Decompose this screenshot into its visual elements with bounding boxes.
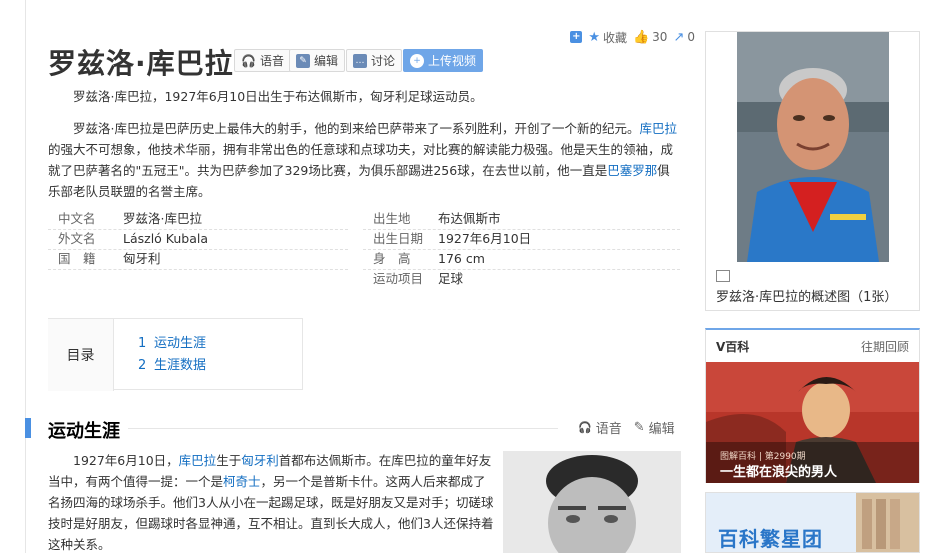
divider [48,229,348,230]
divider [48,269,348,270]
pencil-icon: ✎ [296,53,310,68]
thumbs-up-icon: 👍 [632,29,650,45]
section-voice-label: 语音 [595,422,622,437]
toc-item-career[interactable]: 1 运动生涯 [138,332,206,351]
upload-video-button[interactable]: + 上传视频 [403,49,484,72]
image-icon [716,270,730,282]
info-value: László Kubala [123,231,209,246]
section-edit-button[interactable]: ✎ 编辑 [634,418,675,437]
link-kocsis[interactable]: 柯奇士 [223,474,261,489]
share-count: 0 [687,30,695,44]
voice-button[interactable]: 🎧 语音 [234,49,291,72]
info-row-foreign-name: 外文名 László Kubala [48,229,343,249]
section-text: 1927年6月10日， [73,453,179,468]
section-divider [128,428,558,429]
info-row-chinese-name: 中文名 罗兹洛·库巴拉 [48,209,343,229]
info-row-height: 身 高 176 cm [363,249,658,269]
section-accent-bar [25,418,31,438]
intro-paragraph: 罗兹洛·库巴拉是巴萨历史上最伟大的射手，他的到来给巴萨带来了一系列胜利，开创了一… [48,118,680,202]
toc-num: 1 [138,336,147,351]
edit-label: 编辑 [314,54,339,68]
toc-title: 目录 [48,319,114,391]
info-key: 出生日期 [373,231,424,246]
divider [363,229,680,230]
page-title: 罗兹洛·库巴拉 [48,47,234,80]
info-value: 176 cm [438,251,485,266]
info-key: 中文名 [58,211,96,226]
info-value: 布达佩斯市 [438,211,501,226]
toc-item-stats[interactable]: 2 生涯数据 [138,354,206,373]
v-baike-title: V百科 [716,340,750,354]
link-kubala-2[interactable]: 库巴拉 [179,453,217,468]
share-button[interactable]: ↗ 0 [673,30,695,45]
info-value: 罗兹洛·库巴拉 [123,211,202,226]
star-icon: ★ [588,29,600,45]
section-edit-label: 编辑 [648,422,675,437]
share-icon: ↗ [673,29,685,45]
intro-text-1: 罗兹洛·库巴拉是巴萨历史上最伟大的射手，他的到来给巴萨带来了一系列胜利，开创了一… [73,121,640,136]
star-group-text: 百科繁星团 [718,527,823,551]
info-key: 国 籍 [58,251,96,266]
section-photo[interactable] [503,451,681,553]
edit-button[interactable]: ✎ 编辑 [289,49,346,72]
album-photo[interactable] [737,32,889,262]
divider [48,249,348,250]
info-row-nationality: 国 籍 匈牙利 [48,249,343,269]
info-row-birthplace: 出生地 布达佩斯市 [363,209,658,229]
v-baike-panel: V百科 往期回顾 图解百科 | 第2990期 一生都在浪尖的男人 [705,328,920,483]
section-voice-button[interactable]: 🎧 语音 [578,418,622,437]
summary: 罗兹洛·库巴拉，1927年6月10日出生于布达佩斯市，匈牙利足球运动员。 [73,89,483,104]
section-paragraph: 1927年6月10日，库巴拉生于匈牙利首都布达佩斯市。在库巴拉的童年好友当中，有… [48,450,498,553]
section-text: 生于 [216,453,242,468]
chat-icon: … [353,53,367,68]
plus-circle-icon: + [410,53,424,68]
toc-label: 生涯数据 [154,358,207,373]
info-value: 足球 [438,271,464,286]
album-caption[interactable]: 罗兹洛·库巴拉的概述图（1张） [716,268,912,308]
table-of-contents: 目录 1 运动生涯 2 生涯数据 [48,318,303,391]
v-baike-feature[interactable]: 图解百科 | 第2990期 一生都在浪尖的男人 [706,362,919,483]
toc-label: 运动生涯 [154,336,207,351]
collect-button[interactable]: ★ 收藏 [588,29,627,46]
section-title: 运动生涯 [48,421,120,442]
discuss-button[interactable]: … 讨论 [346,49,403,72]
toc-num: 2 [138,358,147,373]
voice-label: 语音 [259,54,284,68]
link-hungary[interactable]: 匈牙利 [241,453,279,468]
summary-album[interactable]: 罗兹洛·库巴拉的概述图（1张） [705,31,920,311]
info-key: 身 高 [373,251,411,266]
top-toolbar: + ★ 收藏 👍 30 ↗ 0 [545,28,695,46]
link-barcelona[interactable]: 巴塞罗那 [607,163,657,178]
link-kubala[interactable]: 库巴拉 [639,121,677,136]
headphone-icon: 🎧 [578,421,592,434]
divider [363,269,680,270]
plus-icon: + [570,31,583,43]
portrait-illustration [503,451,681,553]
pencil-icon: ✎ [633,420,645,435]
feature-caption: 一生都在浪尖的男人 [720,465,838,480]
section-tools: 🎧 语音 ✎ 编辑 [578,418,675,437]
headphone-icon: 🎧 [241,53,256,68]
portrait-illustration [737,32,889,262]
nationality-link[interactable]: 匈牙利 [123,249,343,269]
divider [363,249,680,250]
intro-text-2: 的强大不可想象，他技术华丽，拥有非常出色的任意球和点球功夫，对比赛的解读能力极强… [48,142,674,178]
left-divider [25,0,26,553]
info-key: 外文名 [58,231,96,246]
past-issues-link[interactable]: 往期回顾 [861,338,909,355]
info-value: 1927年6月10日 [438,231,532,246]
album-caption-text: 罗兹洛·库巴拉的概述图（1张） [716,290,898,305]
info-row-birthdate: 出生日期 1927年6月10日 [363,229,658,249]
collect-label: 收藏 [602,30,627,45]
info-key: 出生地 [373,211,411,226]
like-count: 30 [652,30,668,44]
info-row-sport: 运动项目 足球 [363,269,658,289]
like-button[interactable]: 👍 30 [633,30,667,45]
upload-label: 上传视频 [428,54,477,68]
add-button[interactable]: + [570,31,583,43]
info-key: 运动项目 [373,271,424,286]
star-group-banner[interactable]: 百科繁星团 [705,492,920,553]
discuss-label: 讨论 [371,54,396,68]
